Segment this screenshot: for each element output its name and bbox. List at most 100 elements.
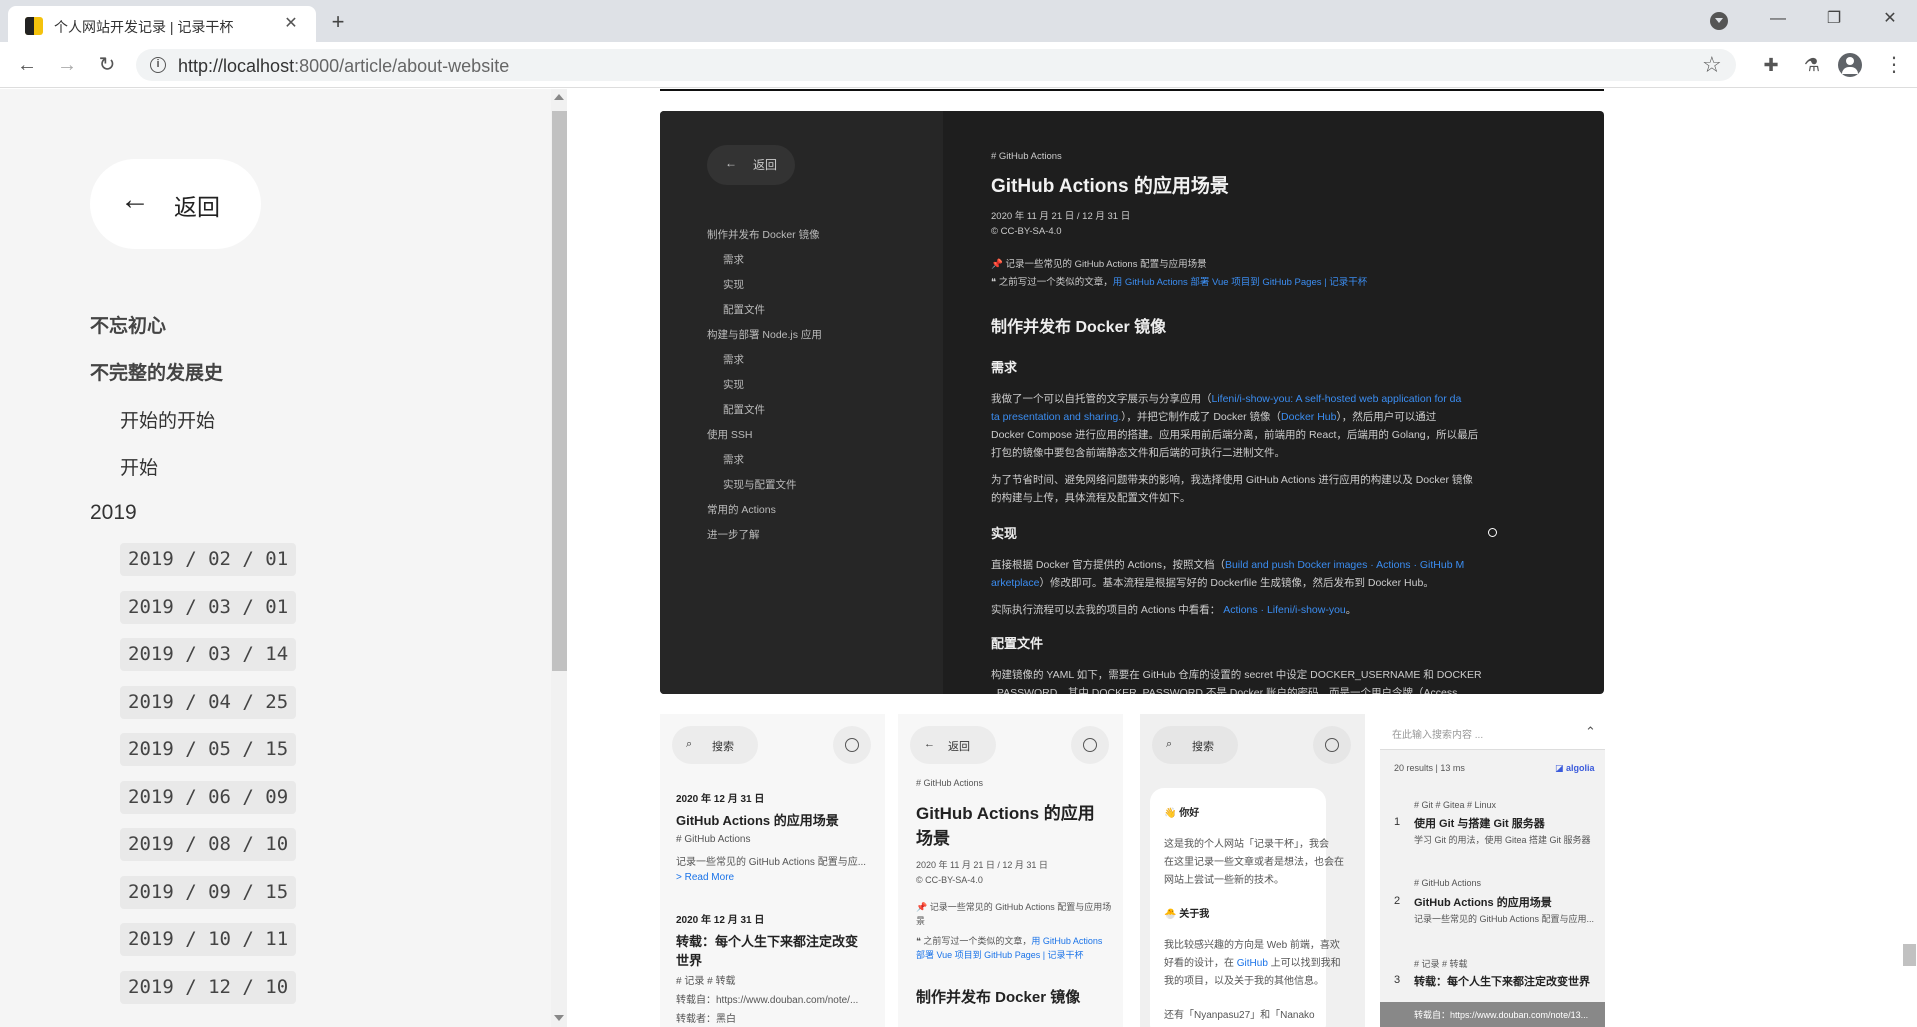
labs-flask-icon[interactable]: ⚗: [1797, 50, 1827, 80]
screenshot-desc: 记录一些常见的 GitHub Actions 配置与应...: [676, 857, 867, 868]
browser-menu-icon[interactable]: ⋮: [1884, 50, 1904, 80]
arrow-left-icon: ←: [725, 156, 737, 170]
tab-close-icon[interactable]: ✕: [280, 13, 302, 35]
screenshot-title: GitHub Actions 的应用场景: [991, 176, 1229, 197]
bookmark-star-icon[interactable]: ☆: [1702, 52, 1722, 78]
screenshot-read-more: > Read More: [676, 872, 735, 883]
screenshot-toc-item: 进一步了解: [707, 529, 760, 541]
screenshot-paragraph: 我比较感兴趣的方向是 Web 前端，喜欢: [1164, 940, 1340, 951]
close-window-button[interactable]: ✕: [1867, 0, 1913, 38]
toc-date-item[interactable]: 2019 / 09 / 15: [120, 876, 297, 909]
screenshot-result-tags: # Git # Gitea # Linux: [1414, 800, 1497, 810]
content-scrollbar-thumb[interactable]: [1903, 944, 1916, 966]
arrow-left-icon: ←: [120, 183, 150, 216]
screenshot-result-title: 转载：每个人生下来都注定改变世界: [1414, 976, 1590, 988]
toc-date-item[interactable]: 2019 / 03 / 01: [120, 591, 297, 624]
screenshot-result-number: 2: [1394, 895, 1401, 907]
toc-date-item[interactable]: 2019 / 04 / 25: [120, 686, 297, 719]
toc-subheading[interactable]: 开始: [120, 453, 158, 480]
forward-nav-icon[interactable]: →: [52, 50, 82, 80]
screenshot-paragraph: arketplace）修改即可。基本流程是根据写好的 Dockerfile 生成…: [991, 577, 1434, 589]
screenshot-paragraph: _PASSWORD，其中 DOCKER_PASSWORD 不是 Docker 账…: [991, 687, 1458, 694]
profile-avatar-icon[interactable]: [1838, 53, 1862, 77]
screenshot-back-label: 返回: [753, 158, 778, 172]
scroll-up-arrow-icon[interactable]: [554, 94, 564, 100]
toc-heading[interactable]: 不忘初心: [90, 311, 166, 338]
screenshot-date: 2020 年 12 月 31 日: [676, 794, 765, 805]
toc-subheading[interactable]: 开始的开始: [120, 406, 215, 433]
screenshot-toc-item: 实现: [723, 279, 744, 291]
screenshot-article-title: 转载：每个人生下来都注定改变: [676, 934, 859, 949]
screenshot-paragraph: 我的项目，以及关于我的其他信息。: [1164, 976, 1324, 987]
new-tab-button[interactable]: +: [324, 9, 352, 37]
screenshot-toc-item: 实现与配置文件: [723, 479, 797, 491]
screenshot-theme-circle-icon: [1313, 726, 1351, 764]
scroll-down-arrow-icon[interactable]: [554, 1015, 564, 1021]
screenshot-note: ❝ 之前写过一个类似的文章，用 GitHub Actions 部署 Vue 项目…: [991, 277, 1368, 288]
browser-tab-strip: 个人网站开发记录 | 记录干杯 ✕ + — ❐ ✕: [0, 0, 1917, 42]
screenshot-search-pill: ⌕ 搜索: [672, 726, 758, 764]
toc-date-item[interactable]: 2019 / 06 / 09: [120, 781, 297, 814]
screenshot-result-desc: 学习 Git 的用法，使用 Gitea 搭建 Git 服务器: [1414, 835, 1591, 845]
screenshot-title: 场景: [916, 829, 950, 848]
reload-icon[interactable]: ↻: [92, 50, 122, 80]
url-host: http://localhost: [178, 56, 295, 76]
tab-search-icon[interactable]: [1710, 12, 1728, 30]
screenshot-paragraph: 在这里记录一些文章或者是想法，也会在: [1164, 857, 1344, 868]
site-favicon-icon: [25, 17, 43, 35]
extensions-icon[interactable]: ✚: [1756, 50, 1786, 80]
screenshot-h2: 制作并发布 Docker 镜像: [916, 989, 1081, 1006]
screenshot-paragraph: 为了节省时间、避免网络问题带来的影响，我选择使用 GitHub Actions …: [991, 474, 1473, 486]
screenshot-toc-item: 使用 SSH: [707, 429, 753, 441]
screenshot-paragraph: 还有「Nyanpasu27」和「Nanako: [1164, 1010, 1315, 1021]
arrow-left-icon: ←: [924, 738, 935, 750]
toc-date-item[interactable]: 2019 / 03 / 14: [120, 638, 297, 671]
toc-heading[interactable]: 不完整的发展史: [90, 358, 223, 385]
screenshot-paragraph: 网站上尝试一些新的技术。: [1164, 875, 1284, 886]
back-button[interactable]: ← 返回: [90, 159, 261, 249]
article-content: ← 返回 制作并发布 Docker 镜像 需求 实现 配置文件 构建与部署 No…: [567, 89, 1901, 1027]
sidebar-scrollbar-thumb[interactable]: [552, 111, 567, 671]
tab-title: 个人网站开发记录 | 记录干杯: [54, 19, 234, 35]
screenshot-hover-row: 转载自：https://www.douban.com/note/13...: [1380, 1002, 1605, 1027]
screenshot-note: 景: [916, 916, 926, 926]
toc-date-item[interactable]: 2019 / 02 / 01: [120, 543, 297, 576]
screenshot-license: © CC-BY-SA-4.0: [991, 226, 1062, 237]
screenshot-h3: 配置文件: [991, 636, 1044, 651]
restore-button[interactable]: ❐: [1811, 0, 1857, 38]
screenshot-toc-item: 需求: [723, 354, 744, 366]
screenshot-paragraph: ta presentation and sharing.），并把它制作成了 Do…: [991, 411, 1437, 423]
screenshot-paragraph: 我做了一个可以自托管的文字展示与分享应用（Lifeni/i-show-you: …: [991, 393, 1462, 405]
address-bar[interactable]: i http://localhost:8000/article/about-we…: [136, 49, 1736, 81]
toc-date-item[interactable]: 2019 / 10 / 11: [120, 923, 297, 956]
site-info-icon[interactable]: i: [150, 57, 166, 73]
screenshot-result-number: 3: [1394, 974, 1401, 986]
screenshot-desc: 转载自：https://www.douban.com/note/...: [676, 995, 859, 1006]
toc-date-item[interactable]: 2019 / 08 / 10: [120, 828, 297, 861]
mobile-article-screenshot: ← 返回 # GitHub Actions GitHub Actions 的应用…: [898, 714, 1123, 1027]
toc-date-item[interactable]: 2019 / 12 / 10: [120, 971, 297, 1004]
screenshot-paragraph: Docker Compose 进行应用的搭建。应用采用前后端分离，前端用的 Re…: [991, 429, 1479, 441]
screenshot-license: © CC-BY-SA-4.0: [916, 875, 983, 885]
minimize-button[interactable]: —: [1755, 0, 1801, 38]
screenshot-search-stats: 20 results | 13 ms: [1394, 763, 1465, 773]
screenshot-sidebar: ← 返回 制作并发布 Docker 镜像 需求 实现 配置文件 构建与部署 No…: [660, 111, 943, 694]
screenshot-result-number: 1: [1394, 816, 1401, 828]
toc-year[interactable]: 2019: [90, 501, 137, 525]
screenshot-paragraph: 直接根据 Docker 官方提供的 Actions，按照文档（Build and…: [991, 559, 1465, 571]
screenshot-toc-item: 配置文件: [723, 304, 765, 316]
url-text[interactable]: http://localhost:8000/article/about-webs…: [178, 56, 509, 77]
screenshot-note-link: 部署 Vue 项目到 GitHub Pages | 记录干杯: [916, 950, 1084, 960]
screenshot-paragraph: 构建镜像的 YAML 如下，需要在 GitHub 仓库的设置的 secret 中…: [991, 669, 1482, 681]
toc-date-item[interactable]: 2019 / 05 / 15: [120, 733, 297, 766]
screenshot-article-title: 世界: [676, 953, 703, 968]
screenshot-paragraph: 实际执行流程可以去我的项目的 Actions 中看看： Actions · Li…: [991, 604, 1357, 616]
screenshot-note: 📌 记录一些常见的 GitHub Actions 配置与应用场: [916, 902, 1112, 912]
back-nav-icon[interactable]: ←: [12, 50, 42, 80]
chevron-up-icon: ⌃: [1585, 724, 1596, 739]
screenshot-toc-item: 常用的 Actions: [707, 504, 776, 516]
back-button-label: 返回: [174, 194, 220, 220]
search-icon: ⌕: [1166, 738, 1173, 750]
browser-tab[interactable]: 个人网站开发记录 | 记录干杯 ✕: [8, 6, 316, 42]
browser-toolbar: ← → ↻ i http://localhost:8000/article/ab…: [0, 42, 1917, 88]
